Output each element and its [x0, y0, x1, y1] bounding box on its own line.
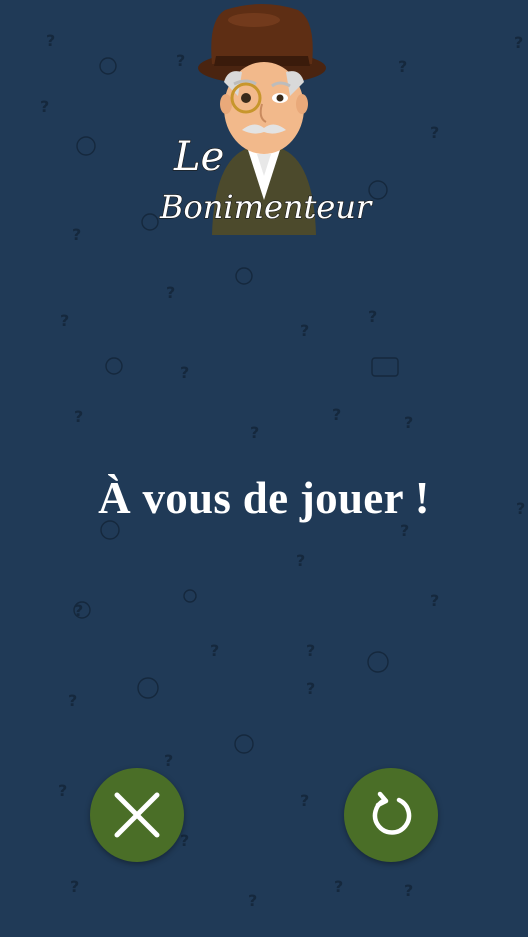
svg-text:?: ? — [250, 423, 259, 442]
svg-text:?: ? — [404, 881, 413, 900]
svg-text:?: ? — [74, 407, 83, 426]
svg-text:?: ? — [368, 307, 377, 326]
logo-word-le: Le — [173, 134, 224, 180]
svg-text:?: ? — [210, 641, 219, 660]
restart-button[interactable] — [344, 768, 438, 862]
svg-text:?: ? — [46, 31, 55, 50]
svg-text:?: ? — [296, 551, 305, 570]
restart-icon — [372, 791, 412, 835]
svg-text:?: ? — [164, 751, 173, 770]
close-x-icon — [114, 792, 160, 838]
svg-text:?: ? — [58, 781, 67, 800]
svg-text:?: ? — [514, 33, 523, 52]
bonimenteur-logo: Le Bonimenteur — [158, 4, 374, 235]
svg-text:?: ? — [180, 831, 189, 850]
svg-text:?: ? — [300, 791, 309, 810]
close-button[interactable] — [90, 768, 184, 862]
svg-text:?: ? — [60, 311, 69, 330]
svg-text:?: ? — [332, 405, 341, 424]
svg-text:?: ? — [70, 877, 79, 896]
svg-text:?: ? — [404, 413, 413, 432]
page-title: À vous de jouer ! — [98, 473, 430, 523]
svg-text:?: ? — [334, 877, 343, 896]
svg-text:?: ? — [68, 691, 77, 710]
svg-text:?: ? — [398, 57, 407, 76]
svg-text:?: ? — [430, 123, 439, 142]
svg-text:?: ? — [72, 225, 81, 244]
logo-word-bonimenteur: Bonimenteur — [159, 188, 373, 226]
svg-text:?: ? — [248, 891, 257, 910]
svg-text:?: ? — [306, 641, 315, 660]
svg-text:?: ? — [430, 591, 439, 610]
svg-text:?: ? — [40, 97, 49, 116]
svg-text:?: ? — [166, 283, 175, 302]
hat-crown — [211, 4, 313, 64]
svg-text:?: ? — [180, 363, 189, 382]
svg-text:?: ? — [306, 679, 315, 698]
svg-text:?: ? — [300, 321, 309, 340]
